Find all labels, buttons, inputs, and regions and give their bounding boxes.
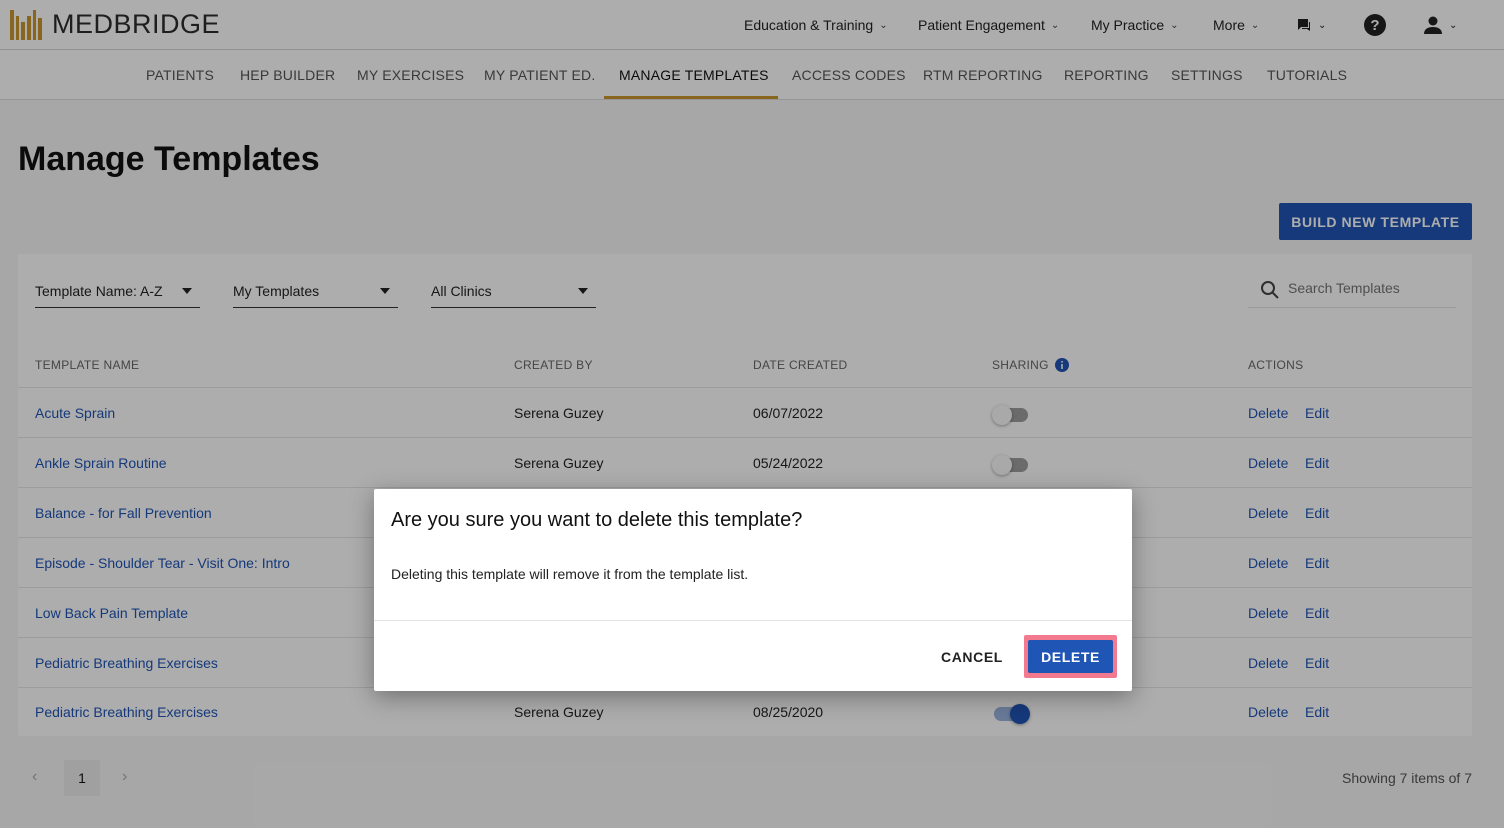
modal-backdrop[interactable] bbox=[0, 0, 1504, 828]
delete-button-highlight: DELETE bbox=[1024, 635, 1117, 678]
divider bbox=[374, 620, 1132, 621]
dialog-title: Are you sure you want to delete this tem… bbox=[391, 509, 803, 531]
cancel-button[interactable]: CANCEL bbox=[929, 641, 1015, 673]
confirm-delete-button[interactable]: DELETE bbox=[1028, 640, 1113, 673]
delete-confirm-dialog: Are you sure you want to delete this tem… bbox=[374, 489, 1132, 691]
dialog-message: Deleting this template will remove it fr… bbox=[391, 566, 749, 582]
